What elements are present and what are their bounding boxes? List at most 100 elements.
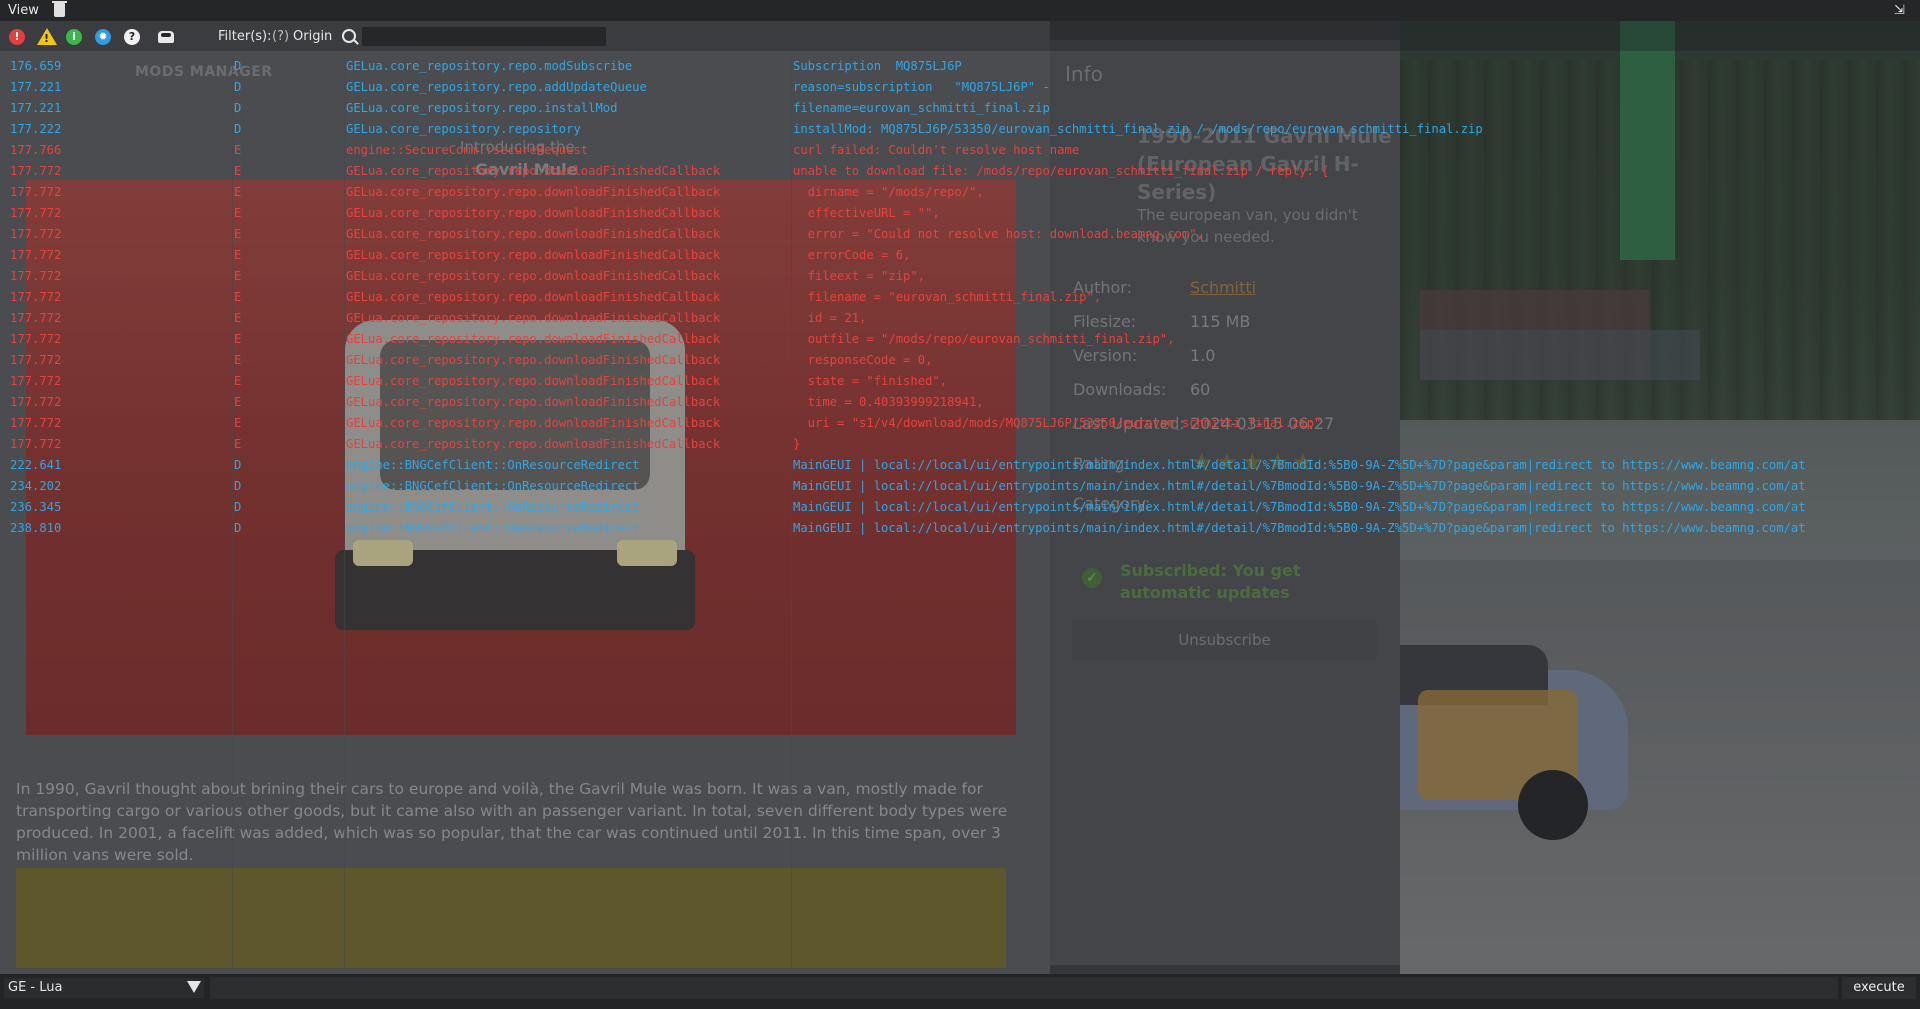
filters-help[interactable]: (?) xyxy=(272,29,289,44)
log-origin: GELua.core_repository.repository xyxy=(346,122,581,136)
log-origin: GELua.core_repository.repo.downloadFinis… xyxy=(346,311,721,325)
log-message: reason=subscription "MQ875LJ6P" - xyxy=(793,80,1050,94)
log-level: D xyxy=(234,521,242,535)
log-time: 177.772 xyxy=(10,185,62,199)
log-origin: GELua.core_repository.repo.downloadFinis… xyxy=(346,290,721,304)
log-row[interactable]: 177.772 E GELua.core_repository.repo.downl… xyxy=(0,350,1920,371)
log-origin: GELua.core_repository.repo.downloadFinis… xyxy=(346,395,721,409)
log-level: D xyxy=(234,122,242,136)
log-level: D xyxy=(234,59,242,73)
log-origin: GELua.core_repository.repo.downloadFinis… xyxy=(346,353,721,367)
log-message: state = "finished", xyxy=(793,374,948,388)
log-time: 177.772 xyxy=(10,290,62,304)
log-origin: GELua.core_repository.repo.installMod xyxy=(346,101,618,115)
log-row[interactable]: 177.772 E GELua.core_repository.repo.downl… xyxy=(0,392,1920,413)
log-origin: GELua.core_repository.repo.addUpdateQueu… xyxy=(346,80,647,94)
log-time: 234.202 xyxy=(10,479,62,493)
log-time: 176.659 xyxy=(10,59,62,73)
log-time: 177.772 xyxy=(10,353,62,367)
log-time: 177.221 xyxy=(10,80,62,94)
execute-button[interactable]: execute xyxy=(1842,977,1916,999)
log-row[interactable]: 177.772 E GELua.core_repository.repo.downl… xyxy=(0,413,1920,434)
log-level: E xyxy=(234,290,242,304)
log-message: } xyxy=(793,437,801,451)
console-menubar xyxy=(0,0,1920,21)
log-time: 177.772 xyxy=(10,332,62,346)
log-message: outfile = "/mods/repo/eurovan_schmitti_f… xyxy=(793,332,1175,346)
filter-search-input[interactable] xyxy=(362,27,606,46)
log-level: D xyxy=(234,458,242,472)
chevron-down-icon[interactable] xyxy=(187,981,201,993)
log-level: E xyxy=(234,374,242,388)
error-filter-icon[interactable]: ! xyxy=(9,29,25,45)
log-origin: GELua.core_repository.repo.downloadFinis… xyxy=(346,185,721,199)
log-level: E xyxy=(234,269,242,283)
log-level: E xyxy=(234,353,242,367)
log-time: 177.221 xyxy=(10,101,62,115)
view-menu[interactable]: View xyxy=(8,3,39,18)
log-message: error = "Could not resolve host: downloa… xyxy=(793,227,1204,241)
log-message: responseCode = 0, xyxy=(793,353,933,367)
log-row[interactable]: 177.772 E GELua.core_repository.repo.downl… xyxy=(0,266,1920,287)
log-time: 238.810 xyxy=(10,521,62,535)
log-row[interactable]: 222.641 Dengine::BNGCefClient::OnResource… xyxy=(0,455,1920,476)
command-input[interactable] xyxy=(210,977,1838,999)
log-level: E xyxy=(234,311,242,325)
log-row[interactable]: 177.772 E GELua.core_repository.repo.downl… xyxy=(0,434,1920,455)
log-row[interactable]: 177.772 E GELua.core_repository.repo.downl… xyxy=(0,245,1920,266)
log-row[interactable]: 238.810 Dengine::BNGCefClient::OnResource… xyxy=(0,518,1920,539)
log-time: 177.772 xyxy=(10,206,62,220)
log-message: curl failed: Couldn't resolve host name xyxy=(793,143,1080,157)
log-time: 177.766 xyxy=(10,143,62,157)
help-icon[interactable]: ? xyxy=(124,29,140,45)
warning-filter-icon[interactable]: ! xyxy=(37,28,57,45)
log-message: unable to download file: /mods/repo/euro… xyxy=(793,164,1329,178)
debug-filter-icon[interactable]: ✹ xyxy=(95,29,111,45)
log-message: filename = "eurovan_schmitti_final.zip", xyxy=(793,290,1102,304)
log-level: D xyxy=(234,500,242,514)
log-origin: engine::BNGCefClient::OnResourceRedirect xyxy=(346,500,640,514)
log-row[interactable]: 177.221 D GELua.core_repository.repo.addUp… xyxy=(0,77,1920,98)
vehicle-icon[interactable] xyxy=(158,31,174,43)
log-row[interactable]: 177.766 Eengine::SecureComm::secureReques… xyxy=(0,140,1920,161)
log-level: E xyxy=(234,332,242,346)
log-level: D xyxy=(234,101,242,115)
log-row[interactable]: 177.772 E GELua.core_repository.repo.downl… xyxy=(0,203,1920,224)
log-row[interactable]: 177.772 E GELua.core_repository.repo.downl… xyxy=(0,371,1920,392)
log-time: 177.772 xyxy=(10,395,62,409)
log-level: E xyxy=(234,164,242,178)
log-row[interactable]: 177.772 E GELua.core_repository.repo.downl… xyxy=(0,329,1920,350)
log-row[interactable]: 176.659 D GELua.core_repository.repo.modSu… xyxy=(0,56,1920,77)
log-time: 177.772 xyxy=(10,416,62,430)
log-row[interactable]: 177.772 E GELua.core_repository.repo.downl… xyxy=(0,182,1920,203)
log-origin: GELua.core_repository.repo.modSubscribe xyxy=(346,59,633,73)
log-origin: GELua.core_repository.repo.downloadFinis… xyxy=(346,164,721,178)
log-time: 177.222 xyxy=(10,122,62,136)
log-message: time = 0.40393999218941, xyxy=(793,395,984,409)
log-origin: engine::BNGCefClient::OnResourceRedirect xyxy=(346,458,640,472)
log-row[interactable]: 177.772 E GELua.core_repository.repo.downl… xyxy=(0,308,1920,329)
log-message: effectiveURL = "", xyxy=(793,206,940,220)
info-filter-icon[interactable]: i xyxy=(66,29,82,45)
log-time: 222.641 xyxy=(10,458,62,472)
trash-icon[interactable] xyxy=(52,1,67,17)
log-row[interactable]: 234.202 Dengine::BNGCefClient::OnResource… xyxy=(0,476,1920,497)
log-message: MainGEUI | local://local/ui/entrypoints/… xyxy=(793,458,1806,472)
log-row[interactable]: 177.772 E GELua.core_repository.repo.downl… xyxy=(0,287,1920,308)
log-time: 177.772 xyxy=(10,311,62,325)
log-row[interactable]: 236.345 Dengine::BNGCefClient::OnResource… xyxy=(0,497,1920,518)
log-message: id = 21, xyxy=(793,311,867,325)
language-select[interactable]: GE - Lua xyxy=(4,978,204,998)
log-time: 177.772 xyxy=(10,248,62,262)
log-message: MainGEUI | local://local/ui/entrypoints/… xyxy=(793,479,1806,493)
origin-toggle[interactable]: Origin xyxy=(293,29,332,44)
log-row[interactable]: 177.222 D GELua.core_repository.repository… xyxy=(0,119,1920,140)
log-message: fileext = "zip", xyxy=(793,269,926,283)
log-row[interactable]: 177.221 D GELua.core_repository.repo.insta… xyxy=(0,98,1920,119)
log-level: E xyxy=(234,185,242,199)
log-row[interactable]: 177.772 E GELua.core_repository.repo.downl… xyxy=(0,161,1920,182)
collapse-icon[interactable]: ⇲ xyxy=(1894,4,1908,18)
log-row[interactable]: 177.772 E GELua.core_repository.repo.downl… xyxy=(0,224,1920,245)
log-origin: GELua.core_repository.repo.downloadFinis… xyxy=(346,248,721,262)
log-origin: GELua.core_repository.repo.downloadFinis… xyxy=(346,374,721,388)
